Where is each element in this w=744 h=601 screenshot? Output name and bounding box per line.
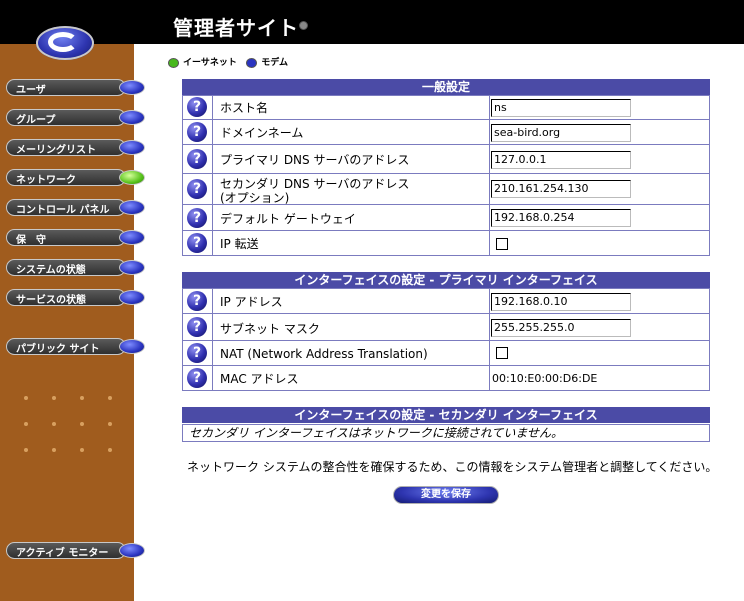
- general-settings-heading: 一般設定: [182, 79, 710, 95]
- mac-address-value: 00:10:E0:00:D6:DE: [492, 372, 598, 385]
- sidebar-item-control-panel[interactable]: コントロール パネル: [6, 198, 146, 218]
- active-led-icon: [119, 170, 145, 185]
- interface-tabs: イーサネット モデム: [168, 55, 288, 68]
- table-row: ? ドメインネーム sea-bird.org: [182, 120, 710, 145]
- secondary-interface-heading: インターフェイスの設定 - セカンダリ インターフェイス: [182, 407, 710, 423]
- status-led-icon: [119, 543, 145, 558]
- help-icon[interactable]: ?: [187, 343, 207, 363]
- nat-checkbox[interactable]: [496, 347, 508, 359]
- page-title: 管理者サイト: [173, 16, 299, 40]
- status-led-icon: [119, 230, 145, 245]
- help-icon[interactable]: ?: [187, 317, 207, 337]
- ip-forwarding-checkbox[interactable]: [496, 238, 508, 250]
- status-led-icon: [119, 290, 145, 305]
- table-row: ? ホスト名 ns: [182, 95, 710, 120]
- table-row: ? デフォルト ゲートウェイ 192.168.0.254: [182, 205, 710, 231]
- domain-name-input[interactable]: sea-bird.org: [491, 124, 631, 142]
- table-row: ? サブネット マスク 255.255.255.0: [182, 314, 710, 341]
- save-changes-button[interactable]: 変更を保存: [393, 486, 499, 504]
- logo-icon[interactable]: [36, 26, 94, 60]
- help-icon[interactable]: ?: [187, 97, 207, 117]
- help-icon[interactable]: ?: [187, 291, 207, 311]
- subnet-mask-input[interactable]: 255.255.255.0: [491, 319, 631, 337]
- table-row: ? セカンダリ DNS サーバのアドレス (オプション) 210.161.254…: [182, 174, 710, 205]
- modem-led-icon: [246, 57, 258, 68]
- hostname-input[interactable]: ns: [491, 99, 631, 117]
- help-icon[interactable]: ?: [187, 179, 207, 199]
- help-icon[interactable]: ?: [187, 149, 207, 169]
- sidebar-item-active-monitor[interactable]: アクティブ モニター: [6, 541, 146, 561]
- primary-dns-input[interactable]: 127.0.0.1: [491, 151, 631, 169]
- status-led-icon: [119, 80, 145, 95]
- default-gateway-input[interactable]: 192.168.0.254: [491, 209, 631, 227]
- status-led-icon: [119, 110, 145, 125]
- sidebar-item-public-site[interactable]: パブリック サイト: [6, 337, 146, 357]
- tab-modem[interactable]: モデム: [246, 57, 288, 68]
- secondary-interface-message: セカンダリ インターフェイスはネットワークに接続されていません。: [182, 424, 710, 442]
- top-bar: 管理者サイト: [0, 0, 744, 44]
- primary-interface-heading: インターフェイスの設定 - プライマリ インターフェイス: [182, 272, 710, 288]
- status-led-icon: [119, 140, 145, 155]
- status-led-icon: [119, 260, 145, 275]
- tab-ethernet[interactable]: イーサネット: [168, 57, 237, 68]
- help-icon[interactable]: ?: [187, 368, 207, 388]
- help-icon[interactable]: ?: [187, 122, 207, 142]
- table-row: ? IP アドレス 192.168.0.10: [182, 288, 710, 314]
- sidebar-item-network[interactable]: ネットワーク: [6, 168, 146, 188]
- status-led-icon: [119, 200, 145, 215]
- table-row: ? MAC アドレス 00:10:E0:00:D6:DE: [182, 366, 710, 391]
- table-row: ? IP 転送: [182, 231, 710, 256]
- table-row: ? プライマリ DNS サーバのアドレス 127.0.0.1: [182, 145, 710, 174]
- sidebar-item-users[interactable]: ユーザ: [6, 78, 146, 98]
- table-row: ? NAT (Network Address Translation): [182, 341, 710, 366]
- status-led-icon: [119, 339, 145, 354]
- sidebar-item-system-status[interactable]: システムの状態: [6, 258, 146, 278]
- coordination-note: ネットワーク システムの整合性を確保するため、この情報をシステム管理者と調整して…: [187, 460, 718, 474]
- help-icon[interactable]: ?: [187, 233, 207, 253]
- help-icon[interactable]: ?: [187, 208, 207, 228]
- ethernet-led-icon: [168, 57, 179, 68]
- secondary-dns-input[interactable]: 210.161.254.130: [491, 180, 631, 198]
- sidebar-item-mailing-lists[interactable]: メーリングリスト: [6, 138, 146, 158]
- ip-address-input[interactable]: 192.168.0.10: [491, 293, 631, 311]
- sidebar-item-groups[interactable]: グループ: [6, 108, 146, 128]
- sidebar-item-service-status[interactable]: サービスの状態: [6, 288, 146, 308]
- title-bullet-icon: [299, 21, 308, 30]
- sidebar-item-maintenance[interactable]: 保 守: [6, 228, 146, 248]
